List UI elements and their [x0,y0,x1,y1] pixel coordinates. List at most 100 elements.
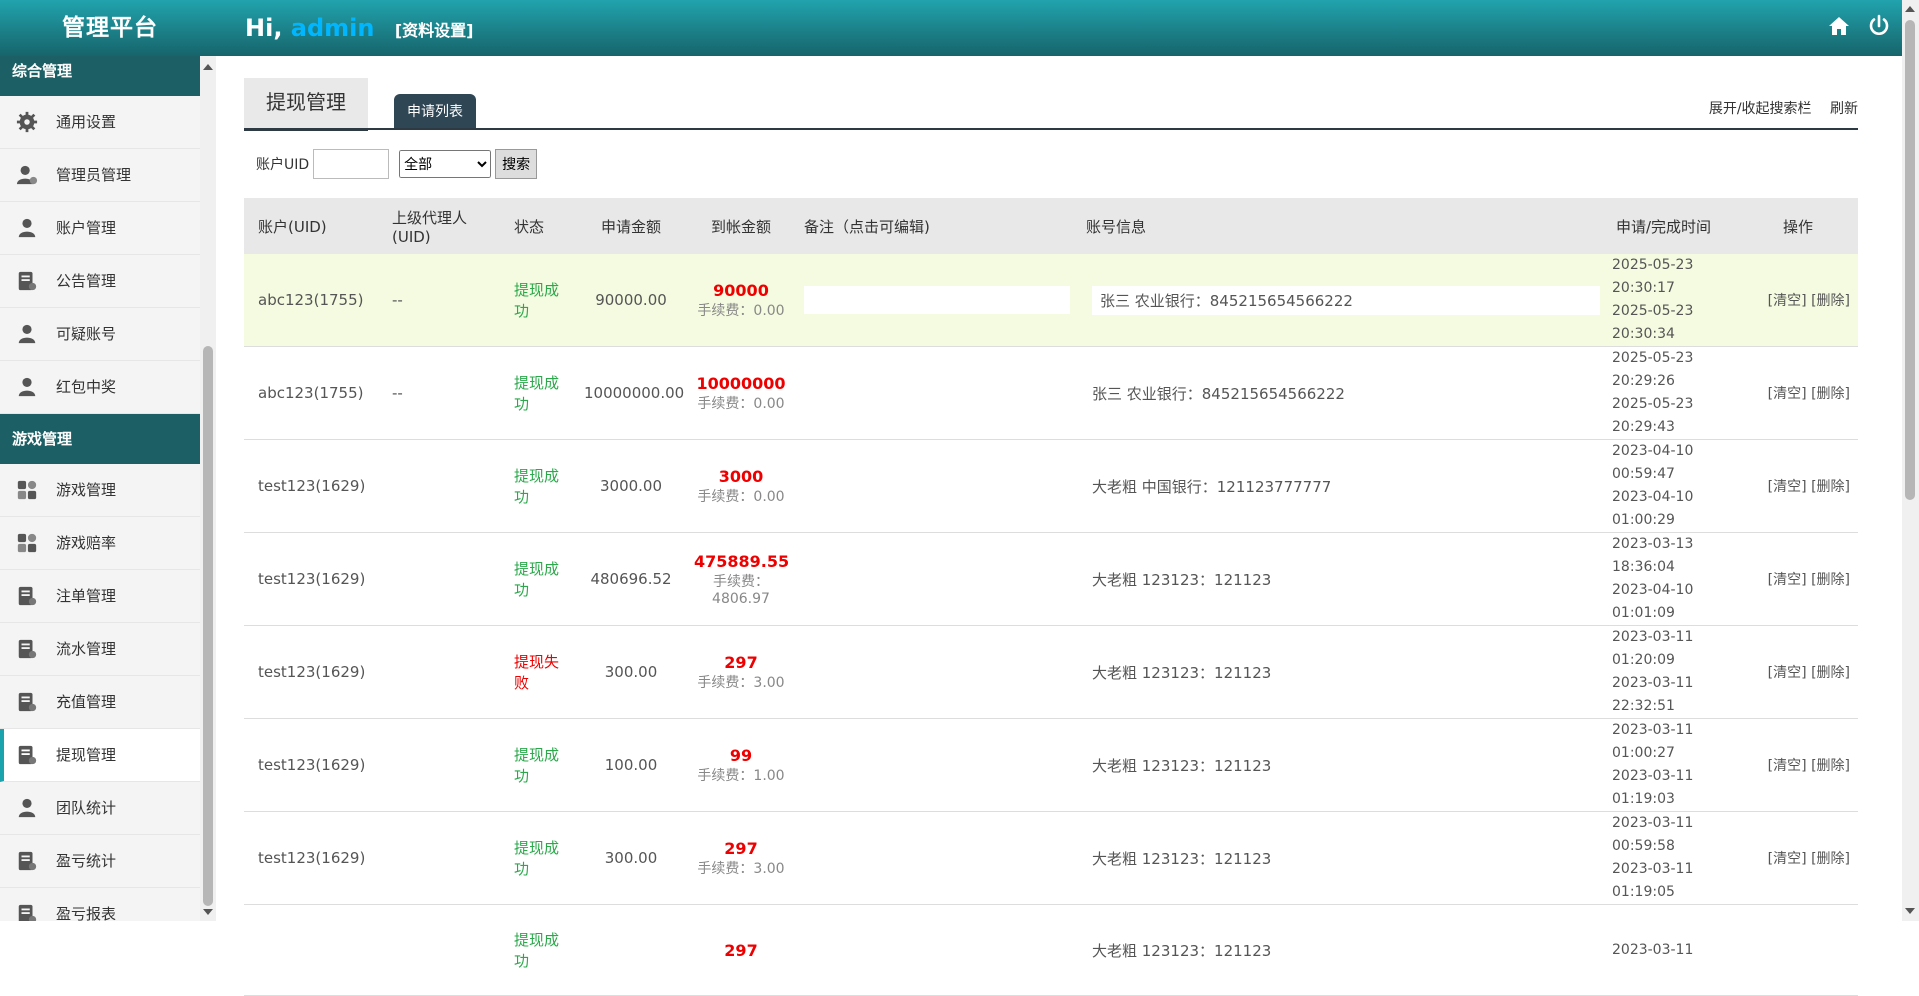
page-scrollbar[interactable] [1902,0,1919,921]
clear-button[interactable]: [清空] [1768,386,1807,402]
sidebar-item-game-management[interactable]: 游戏管理 [0,464,200,517]
clear-button[interactable]: [清空] [1768,851,1807,867]
finish-time: 22:32:51 [1612,698,1675,714]
cell-agent [384,718,506,812]
toggle-search-link[interactable]: 展开/收起搜索栏 [1709,101,1812,117]
delete-button[interactable]: [删除] [1811,386,1850,402]
profile-settings-link[interactable]: [资料设置] [395,21,474,40]
cell-account: test123(1629) [244,625,384,719]
sidebar-item-recharge[interactable]: 充值管理 [0,676,200,729]
clear-button[interactable]: [清空] [1768,293,1807,309]
cell-apply-amount: 90000.00 [576,254,686,347]
cell-time: 2023-03-11 00:59:58 2023-03-11 01:19:05 [1608,811,1738,905]
tab-withdrawal-management[interactable]: 提现管理 [244,78,368,131]
delete-button[interactable]: [删除] [1811,665,1850,681]
sidebar-scroll-thumb[interactable] [203,346,213,906]
cell-note[interactable] [796,532,1078,626]
finish-time: 01:19:03 [1612,791,1675,807]
sidebar-item-bet-orders[interactable]: 注单管理 [0,570,200,623]
document-icon [18,692,37,712]
sidebar-scrollbar[interactable] [200,56,216,921]
status-select[interactable]: 全部 [399,150,492,178]
sidebar-group-games[interactable]: 游戏管理 [0,414,200,464]
delete-button[interactable]: [删除] [1811,758,1850,774]
sidebar-group-general[interactable]: 综合管理 [0,56,200,96]
home-icon[interactable] [1827,14,1851,38]
user-gear-icon [16,165,38,185]
sidebar-item-withdrawal[interactable]: 提现管理 [0,729,200,782]
cell-actions: [清空] [删除] [1738,439,1858,533]
clear-button[interactable]: [清空] [1768,572,1807,588]
clear-button[interactable]: [清空] [1768,758,1807,774]
search-button[interactable]: 搜索 [495,149,538,179]
cell-note[interactable] [796,346,1078,440]
scroll-up-arrow[interactable] [203,64,213,70]
account-info-text: 张三 农业银行：845215654566222 [1092,384,1345,403]
scroll-down-arrow[interactable] [203,909,213,915]
cell-note[interactable] [796,904,1078,996]
uid-input[interactable] [313,149,390,179]
fee-value: 手续费：0.00 [697,488,785,505]
cell-note[interactable] [796,625,1078,719]
table-row: abc123(1755) -- 提现成功 10000000.00 10000000 手续费… [244,346,1858,440]
delete-button[interactable]: [删除] [1811,479,1850,495]
account-info-text: 大老粗 123123：121123 [1092,941,1272,960]
sidebar-item-label: 流水管理 [56,640,117,658]
sidebar-item-red-packet[interactable]: 红包中奖 [0,361,200,414]
cell-note[interactable] [796,811,1078,905]
delete-button[interactable]: [删除] [1811,293,1850,309]
cell-status: 提现成功 [506,904,576,996]
arrive-value: 297 [724,652,758,672]
col-note: 备注（点击可编辑) [796,198,1078,254]
apply-time: 20:29:26 [1612,373,1675,389]
cell-account-info: 张三 农业银行：845215654566222 [1078,346,1608,440]
cell-arrive-amount: 297 手续费：3.00 [686,625,796,719]
col-time: 申请/完成时间 [1608,198,1738,254]
power-icon[interactable] [1867,14,1891,38]
tab-bar: 提现管理 申请列表 展开/收起搜索栏 刷新 [244,78,1858,131]
sidebar-item-label: 盈亏报表 [56,905,117,921]
delete-button[interactable]: [删除] [1811,851,1850,867]
cell-account: abc123(1755) [244,254,384,347]
finish-time: 20:29:43 [1612,419,1675,435]
sidebar-item-admin-management[interactable]: 管理员管理 [0,149,200,202]
sidebar-item-turnover[interactable]: 流水管理 [0,623,200,676]
sidebar: 综合管理 通用设置 管理员管理 账户管理 公告管理 可疑账号 红包中奖 游戏管理… [0,56,200,921]
clear-button[interactable]: [清空] [1768,479,1807,495]
sidebar-item-label: 账户管理 [56,219,117,237]
sidebar-item-announcement[interactable]: 公告管理 [0,255,200,308]
cell-note[interactable] [796,439,1078,533]
page-scroll-thumb[interactable] [1905,20,1915,500]
cell-note[interactable] [796,254,1078,347]
finish-date: 2023-03-11 [1612,675,1694,691]
delete-button[interactable]: [删除] [1811,572,1850,588]
apply-time: 20:30:17 [1612,280,1675,296]
cell-note[interactable] [796,718,1078,812]
cell-time: 2023-04-10 00:59:47 2023-04-10 01:00:29 [1608,439,1738,533]
sidebar-item-account-management[interactable]: 账户管理 [0,202,200,255]
scroll-up-arrow[interactable] [1905,6,1915,12]
uid-label: 账户UID [256,157,310,173]
cell-apply-amount: 300.00 [576,811,686,905]
clear-button[interactable]: [清空] [1768,665,1807,681]
col-status: 状态 [506,198,576,254]
scroll-down-arrow[interactable] [1905,908,1915,914]
sidebar-item-game-odds[interactable]: 游戏赔率 [0,517,200,570]
sidebar-item-profit-report[interactable]: 盈亏报表 [0,888,200,921]
sidebar-item-suspicious-accounts[interactable]: 可疑账号 [0,308,200,361]
cell-time: 2025-05-23 20:30:17 2025-05-23 20:30:34 [1608,254,1738,347]
withdrawal-table: 账户(UID) 上级代理人(UID) 状态 申请金额 到帐金额 备注（点击可编辑… [244,198,1858,996]
tab-application-list[interactable]: 申请列表 [394,94,476,128]
cell-arrive-amount: 3000 手续费：0.00 [686,439,796,533]
note-editor[interactable] [804,286,1070,314]
refresh-link[interactable]: 刷新 [1830,101,1858,117]
sidebar-item-profit-stats[interactable]: 盈亏统计 [0,835,200,888]
col-actions: 操作 [1738,198,1858,254]
sidebar-item-general-settings[interactable]: 通用设置 [0,96,200,149]
user-icon [18,377,36,397]
cell-account [244,904,384,996]
sidebar-item-label: 通用设置 [56,113,117,131]
sidebar-item-label: 团队统计 [56,799,117,817]
cell-apply-amount: 100.00 [576,718,686,812]
sidebar-item-team-stats[interactable]: 团队统计 [0,782,200,835]
